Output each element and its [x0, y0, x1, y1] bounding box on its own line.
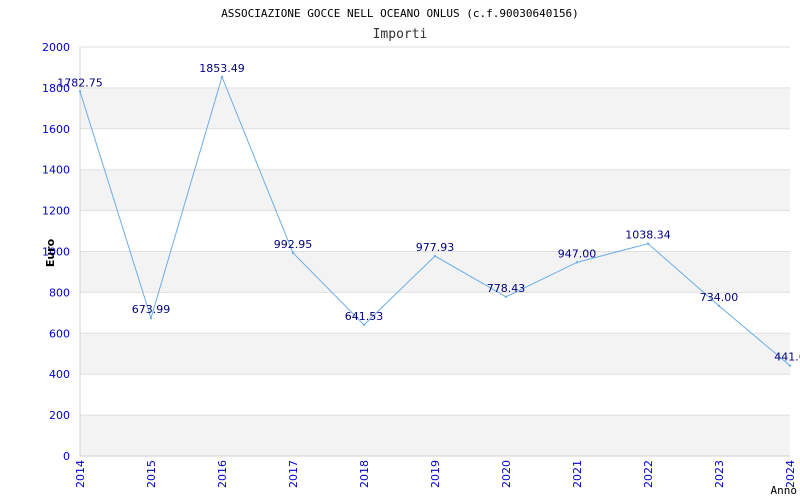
data-point — [717, 304, 721, 308]
x-tick-labels: 2014 2015 2016 2017 2018 2019 2020 2021 2022 2023… — [74, 460, 797, 488]
data-label: 441.6 — [774, 351, 800, 364]
y-tick-label: 400 — [49, 368, 70, 381]
x-tick-label: 2018 — [358, 460, 371, 488]
data-label: 977.93 — [416, 241, 455, 254]
x-axis-label: Anno — [771, 484, 798, 497]
data-label: 1038.34 — [625, 229, 671, 242]
y-tick-label: 2000 — [42, 41, 70, 54]
plot-band — [80, 333, 790, 375]
x-tick-label: 2019 — [429, 460, 442, 488]
data-point — [149, 316, 153, 320]
x-tick-label: 2015 — [145, 460, 158, 488]
plot-band — [80, 169, 790, 211]
data-point — [220, 75, 224, 79]
chart-subtitle: Importi — [373, 27, 428, 42]
y-tick-label: 0 — [63, 450, 70, 463]
y-tick-label: 800 — [49, 286, 70, 299]
data-label: 734.00 — [700, 291, 739, 304]
data-label: 641.53 — [345, 310, 384, 323]
x-tick-label: 2016 — [216, 460, 229, 488]
plot-band — [80, 415, 790, 456]
data-point — [646, 242, 650, 245]
plot-band — [80, 251, 790, 293]
y-tick-label: 600 — [49, 327, 70, 340]
x-tick-label: 2022 — [642, 460, 655, 488]
data-label: 992.95 — [274, 238, 313, 251]
data-point — [575, 261, 579, 264]
x-tick-label: 2021 — [571, 460, 584, 488]
data-point — [433, 254, 437, 258]
data-label: 673.99 — [132, 303, 171, 316]
data-label: 1853.49 — [199, 62, 245, 75]
data-point — [291, 251, 295, 255]
x-tick-label: 2020 — [500, 460, 513, 488]
y-tick-label: 200 — [49, 409, 70, 422]
y-tick-label: 1600 — [42, 123, 70, 136]
data-point — [78, 90, 82, 93]
plot-band — [80, 87, 790, 129]
plot-bands — [80, 87, 790, 456]
data-label: 1782.75 — [57, 76, 103, 89]
x-tick-label: 2014 — [74, 460, 87, 488]
y-axis-label: Euro — [44, 238, 57, 267]
y-tick-label: 1200 — [42, 205, 70, 218]
x-tick-label: 2017 — [287, 460, 300, 488]
data-point — [362, 323, 366, 327]
data-label: 947.00 — [558, 247, 597, 260]
data-point — [788, 364, 792, 367]
data-label: 778.43 — [487, 282, 526, 295]
x-tick-label: 2023 — [713, 460, 726, 488]
chart-title: ASSOCIAZIONE GOCCE NELL OCEANO ONLUS (c.… — [221, 7, 579, 20]
data-point — [504, 295, 508, 299]
line-chart: 0200400600800100012001400160018002000 20… — [42, 7, 800, 497]
y-tick-label: 1400 — [42, 164, 70, 177]
